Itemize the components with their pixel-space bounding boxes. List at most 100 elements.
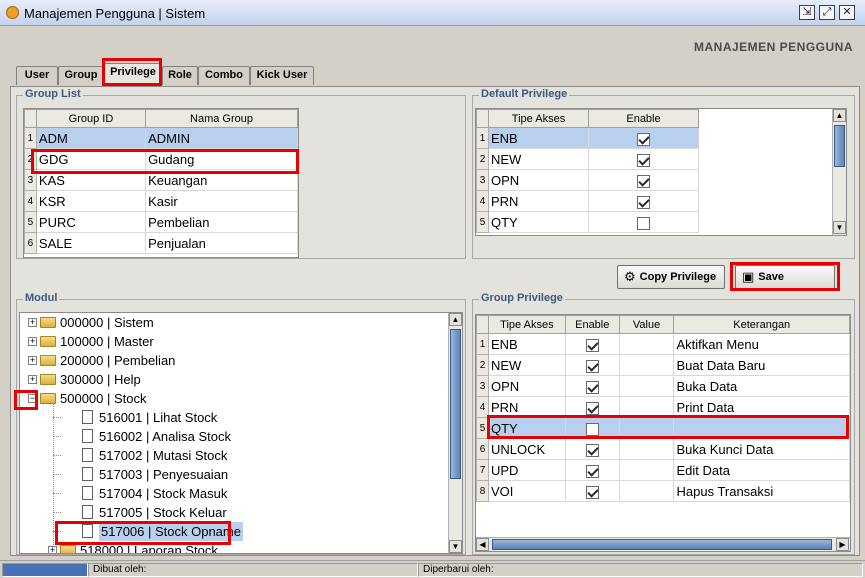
tipe-akses-cell[interactable]: ENB	[488, 333, 566, 355]
tipe-akses-cell[interactable]: QTY	[488, 417, 566, 439]
keterangan-cell[interactable]: Hapus Transaksi	[673, 480, 850, 502]
value-cell[interactable]	[619, 417, 675, 439]
column-header[interactable]: Enable	[564, 315, 620, 334]
tipe-akses-cell[interactable]: UPD	[488, 459, 566, 481]
tipe-akses-cell[interactable]: NEW	[488, 354, 566, 376]
expand-icon[interactable]: +	[28, 337, 37, 346]
tree-item[interactable]: +518000 | Laporan Stock	[20, 541, 444, 553]
table-row[interactable]: 1 ADM ADMIN	[24, 127, 298, 149]
enable-checkbox[interactable]	[637, 153, 650, 167]
group-id-cell[interactable]: SALE	[36, 232, 147, 254]
keterangan-cell[interactable]: Aktifkan Menu	[673, 333, 850, 355]
scroll-thumb[interactable]	[834, 125, 845, 167]
tree-item[interactable]: 517004 | Stock Masuk	[20, 484, 444, 503]
enable-checkbox[interactable]	[585, 485, 599, 499]
tab-combo[interactable]: Combo	[198, 66, 250, 85]
tipe-akses-cell[interactable]: NEW	[488, 148, 589, 170]
enable-checkbox[interactable]	[637, 132, 650, 146]
modul-scrollbar[interactable]: ▲ ▼	[448, 313, 462, 553]
scroll-down-icon[interactable]: ▼	[449, 540, 462, 553]
group-id-cell[interactable]: KAS	[36, 169, 147, 191]
table-row[interactable]: 5 QTY	[476, 211, 699, 233]
collapse-icon[interactable]: −	[28, 394, 37, 403]
keterangan-cell[interactable]	[673, 417, 850, 439]
tipe-akses-cell[interactable]: OPN	[488, 375, 566, 397]
expand-icon[interactable]: +	[28, 356, 37, 365]
expand-icon[interactable]: +	[28, 318, 37, 327]
scroll-right-icon[interactable]: ▶	[836, 538, 849, 551]
keterangan-cell[interactable]: Buka Kunci Data	[673, 438, 850, 460]
column-header[interactable]: Value	[618, 315, 675, 334]
value-cell[interactable]	[619, 459, 675, 481]
column-header[interactable]: Tipe Akses	[488, 109, 589, 128]
scroll-thumb[interactable]	[450, 329, 461, 479]
tree-item[interactable]: 517003 | Penyesuaian	[20, 465, 444, 484]
table-row[interactable]: 7 UPD Edit Data	[476, 459, 850, 481]
column-header[interactable]: Enable	[588, 109, 699, 128]
table-row[interactable]: 4 PRN Print Data	[476, 396, 850, 418]
tipe-akses-cell[interactable]: QTY	[488, 211, 589, 233]
expand-icon[interactable]: +	[48, 546, 57, 553]
table-row[interactable]: 2 NEW Buat Data Baru	[476, 354, 850, 376]
scroll-up-icon[interactable]: ▲	[449, 313, 462, 326]
tree-item[interactable]: +200000 | Pembelian	[20, 351, 444, 370]
value-cell[interactable]	[619, 354, 675, 376]
maximize-icon[interactable]: ⤢	[819, 5, 835, 20]
table-row[interactable]: 1 ENB	[476, 127, 699, 149]
tab-group[interactable]: Group	[58, 66, 104, 85]
enable-checkbox[interactable]	[585, 464, 599, 478]
table-row[interactable]: 6 SALE Penjualan	[24, 232, 298, 254]
enable-checkbox[interactable]	[637, 195, 650, 209]
tab-user[interactable]: User	[16, 66, 58, 85]
table-row[interactable]: 3 OPN	[476, 169, 699, 191]
table-row[interactable]: 2 GDG Gudang	[24, 148, 298, 170]
column-header[interactable]: Nama Group	[145, 109, 298, 128]
tab-role[interactable]: Role	[162, 66, 198, 85]
group-id-cell[interactable]: GDG	[36, 148, 147, 170]
table-row[interactable]: 6 UNLOCK Buka Kunci Data	[476, 438, 850, 460]
tipe-akses-cell[interactable]: UNLOCK	[488, 438, 566, 460]
group-name-cell[interactable]: Penjualan	[145, 232, 298, 254]
restore-icon[interactable]: ⇲	[799, 5, 815, 20]
scroll-left-icon[interactable]: ◀	[476, 538, 489, 551]
value-cell[interactable]	[619, 375, 675, 397]
tree-item[interactable]: 517005 | Stock Keluar	[20, 503, 444, 522]
save-button[interactable]: ▣ Save	[735, 265, 835, 289]
scroll-thumb[interactable]	[492, 539, 832, 550]
tipe-akses-cell[interactable]: VOI	[488, 480, 566, 502]
tipe-akses-cell[interactable]: OPN	[488, 169, 589, 191]
group-name-cell[interactable]: ADMIN	[145, 127, 298, 149]
scroll-up-icon[interactable]: ▲	[833, 109, 846, 122]
enable-checkbox[interactable]	[585, 443, 599, 457]
enable-checkbox[interactable]	[637, 174, 650, 188]
tree-item[interactable]: 516001 | Lihat Stock	[20, 408, 444, 427]
table-row[interactable]: 8 VOI Hapus Transaksi	[476, 480, 850, 502]
tree-item[interactable]: 517006 | Stock Opname	[20, 522, 444, 541]
tree-item[interactable]: +300000 | Help	[20, 370, 444, 389]
group-id-cell[interactable]: KSR	[36, 190, 147, 212]
keterangan-cell[interactable]: Buat Data Baru	[673, 354, 850, 376]
keterangan-cell[interactable]: Print Data	[673, 396, 850, 418]
tree-item[interactable]: +100000 | Master	[20, 332, 444, 351]
keterangan-cell[interactable]: Edit Data	[673, 459, 850, 481]
table-row[interactable]: 3 KAS Keuangan	[24, 169, 298, 191]
table-row[interactable]: 2 NEW	[476, 148, 699, 170]
group-id-cell[interactable]: ADM	[36, 127, 147, 149]
tipe-akses-cell[interactable]: PRN	[488, 190, 589, 212]
table-row[interactable]: 3 OPN Buka Data	[476, 375, 850, 397]
enable-checkbox[interactable]	[637, 216, 650, 230]
value-cell[interactable]	[619, 396, 675, 418]
table-row[interactable]: 5 QTY	[476, 417, 850, 439]
tab-kick-user[interactable]: Kick User	[250, 66, 314, 85]
enable-checkbox[interactable]	[585, 422, 599, 436]
keterangan-cell[interactable]: Buka Data	[673, 375, 850, 397]
tree-item[interactable]: +000000 | Sistem	[20, 313, 444, 332]
column-header[interactable]: Group ID	[35, 109, 147, 128]
group-name-cell[interactable]: Kasir	[145, 190, 298, 212]
scroll-down-icon[interactable]: ▼	[833, 221, 846, 234]
group-name-cell[interactable]: Gudang	[145, 148, 298, 170]
tipe-akses-cell[interactable]: ENB	[488, 127, 589, 149]
table-row[interactable]: 4 KSR Kasir	[24, 190, 298, 212]
value-cell[interactable]	[619, 333, 675, 355]
enable-checkbox[interactable]	[585, 401, 599, 415]
